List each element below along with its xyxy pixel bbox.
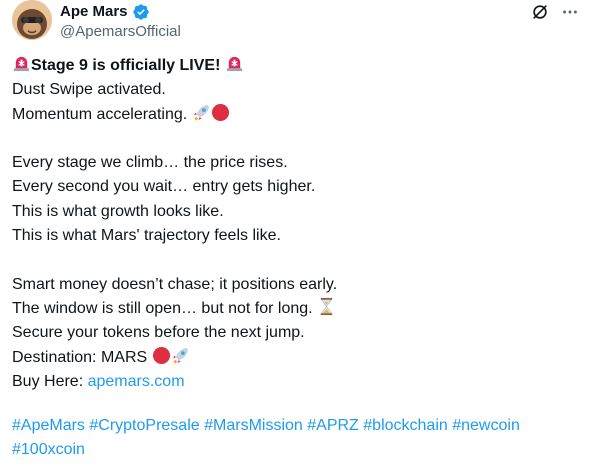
text-line: Every stage we climb… the price rises. <box>12 154 288 172</box>
hashtag-link[interactable]: #ApeMars <box>12 417 85 434</box>
text-line: Momentum accelerating. <box>12 105 188 123</box>
author-avatar[interactable] <box>12 0 52 40</box>
text-line: Every second you wait… entry gets higher… <box>12 178 316 196</box>
text-line-with-emoji: Destination: MARS <box>12 346 582 370</box>
author-name[interactable]: Ape Mars <box>60 2 128 22</box>
tweet-text: Stage 9 is officially LIVE! Dust Swipe a… <box>12 54 582 394</box>
buy-link[interactable]: apemars.com <box>88 373 185 390</box>
rocket-icon <box>171 346 190 365</box>
hashtag-link[interactable]: #CryptoPresale <box>89 417 199 434</box>
text-line: Secure your tokens before the next jump. <box>12 324 305 342</box>
headline-line: Stage 9 is officially LIVE! <box>12 54 582 78</box>
text-line: The window is still open… but not for lo… <box>12 299 313 317</box>
hourglass-icon <box>317 297 336 316</box>
text-line: This is what growth looks like. <box>12 202 224 220</box>
hashtag-link[interactable]: #MarsMission <box>204 417 303 434</box>
text-line: Destination: MARS <box>12 348 148 366</box>
red-circle-icon <box>152 346 171 365</box>
hashtag-link[interactable]: #100xcoin <box>12 441 85 458</box>
text-line-with-emoji: Momentum accelerating. <box>12 103 582 127</box>
buy-label: Buy Here: <box>12 372 84 390</box>
text-line: Dust Swipe activated. <box>12 81 166 99</box>
hashtag-link[interactable]: #APRZ <box>307 417 359 434</box>
author-handle[interactable]: @ApemarsOfficial <box>60 22 181 42</box>
hashtag-list: #ApeMars #CryptoPresale #MarsMission #AP… <box>12 414 586 463</box>
grok-icon[interactable] <box>530 2 550 22</box>
more-icon[interactable] <box>560 2 580 22</box>
rocket-icon <box>192 103 211 122</box>
siren-icon <box>12 54 31 73</box>
ape-astronaut-avatar-icon <box>12 0 52 40</box>
tweet-card[interactable]: Ape Mars @ApemarsOfficial Stage 9 is off <box>0 0 594 466</box>
verified-badge-icon <box>132 4 149 20</box>
text-line: Smart money doesn’t chase; it positions … <box>12 275 338 293</box>
red-circle-icon <box>211 103 230 122</box>
siren-icon <box>225 54 244 73</box>
text-line-with-emoji: The window is still open… but not for lo… <box>12 297 582 321</box>
buy-line: Buy Here: apemars.com <box>12 370 582 394</box>
hashtag-link[interactable]: #newcoin <box>452 417 520 434</box>
headline-text: Stage 9 is officially LIVE! <box>31 57 221 74</box>
hashtag-link[interactable]: #blockchain <box>363 417 448 434</box>
text-line: This is what Mars' trajectory feels like… <box>12 227 281 245</box>
